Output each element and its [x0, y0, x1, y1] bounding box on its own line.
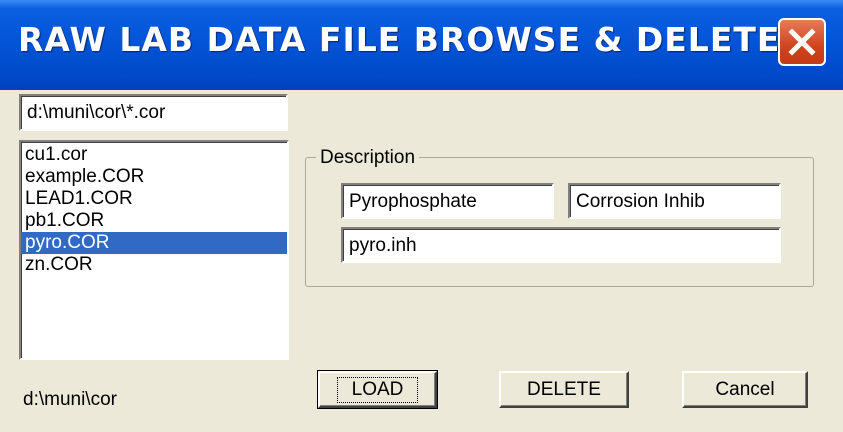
file-mask-input[interactable]: d:\muni\cor\*.cor [19, 94, 288, 131]
file-list-item[interactable]: pyro.COR [21, 232, 287, 254]
title-bar[interactable]: RAW LAB DATA FILE BROWSE & DELETE [0, 0, 843, 90]
file-listbox[interactable]: cu1.cor example.COR LEAD1.COR pb1.COR pyro.C… [19, 140, 289, 360]
description-field-3[interactable]: pyro.inh [341, 227, 781, 263]
load-button-label: LOAD [336, 376, 419, 403]
description-group [305, 157, 814, 287]
dialog-window: RAW LAB DATA FILE BROWSE & DELETE d:\mun… [0, 0, 843, 432]
description-group-label: Description [316, 147, 420, 169]
description-field-2[interactable]: Corrosion Inhib [568, 183, 781, 219]
window-title: RAW LAB DATA FILE BROWSE & DELETE [18, 20, 781, 59]
file-list-item[interactable]: zn.COR [21, 254, 287, 276]
delete-button[interactable]: DELETE [499, 371, 629, 408]
load-button[interactable]: LOAD [317, 370, 438, 409]
delete-button-label: DELETE [527, 378, 601, 400]
cancel-button-label: Cancel [715, 378, 775, 400]
current-directory-label: d:\muni\cor [23, 389, 117, 410]
file-list-item[interactable]: cu1.cor [21, 144, 287, 166]
file-list-item[interactable]: example.COR [21, 166, 287, 188]
file-list-item[interactable]: pb1.COR [21, 210, 287, 232]
description-field-1[interactable]: Pyrophosphate [341, 183, 554, 219]
close-button[interactable] [778, 18, 826, 66]
cancel-button[interactable]: Cancel [682, 371, 808, 408]
file-list-item[interactable]: LEAD1.COR [21, 188, 287, 210]
close-x-icon [788, 28, 816, 56]
